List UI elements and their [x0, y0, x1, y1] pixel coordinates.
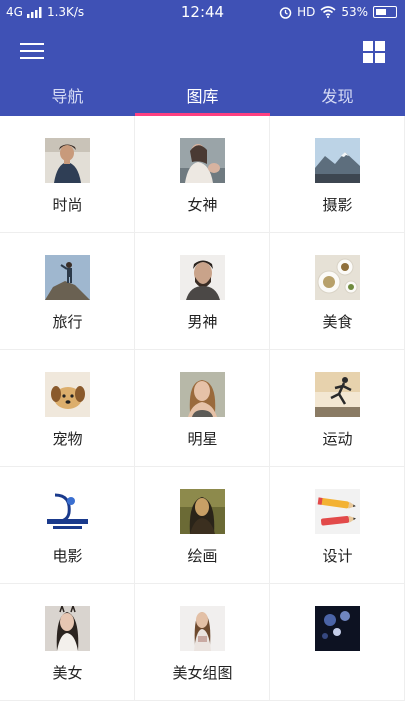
- menu-icon[interactable]: [20, 43, 44, 63]
- category-celebrity[interactable]: 明星: [135, 350, 270, 467]
- goddess-photo-icon: [180, 138, 225, 183]
- tab-gallery[interactable]: 图库: [135, 80, 270, 116]
- photography-photo-icon: [315, 138, 360, 183]
- beauty-set-photo-icon: [180, 606, 225, 651]
- category-label: 时尚: [52, 196, 83, 214]
- category-grid: 时尚 女神 摄影 旅行 男神 美食 宠物 明星 运动 电影 绘画 设计 美女 美…: [0, 116, 405, 720]
- tab-bar: 导航 图库 发现: [0, 80, 405, 116]
- male-idol-photo-icon: [180, 255, 225, 300]
- category-label: 设计: [322, 547, 353, 565]
- category-label: 绘画: [187, 547, 218, 565]
- category-movie[interactable]: 电影: [0, 467, 135, 584]
- battery-icon: [373, 6, 397, 18]
- category-label: 宠物: [52, 430, 83, 448]
- category-male-idol[interactable]: 男神: [135, 233, 270, 350]
- category-fashion[interactable]: 时尚: [0, 116, 135, 233]
- category-label: 女神: [187, 196, 218, 214]
- tab-label: 图库: [186, 87, 219, 106]
- category-label: 电影: [52, 547, 83, 565]
- category-label: 摄影: [322, 196, 353, 214]
- food-photo-icon: [315, 255, 360, 300]
- category-pet[interactable]: 宠物: [0, 350, 135, 467]
- dark-photo-icon: [315, 606, 360, 651]
- app-header: 4G 1.3K/s 12:44 HD 53% 导航 图库 发现: [0, 0, 405, 116]
- category-label: 男神: [187, 313, 218, 331]
- tab-navigation[interactable]: 导航: [0, 80, 135, 116]
- beauty-photo-icon: [45, 606, 90, 651]
- category-beauty[interactable]: 美女: [0, 584, 135, 701]
- category-label: 旅行: [52, 313, 83, 331]
- grid-view-icon[interactable]: [363, 41, 385, 63]
- category-dark[interactable]: [270, 584, 405, 701]
- wifi-icon: [320, 6, 336, 18]
- tab-discover[interactable]: 发现: [270, 80, 405, 116]
- painting-photo-icon: [180, 489, 225, 534]
- category-design[interactable]: 设计: [270, 467, 405, 584]
- alarm-icon: [279, 6, 292, 19]
- category-label: 美女组图: [172, 664, 233, 682]
- category-label: 运动: [322, 430, 353, 448]
- design-pencil-icon: [315, 489, 360, 534]
- category-goddess[interactable]: 女神: [135, 116, 270, 233]
- category-painting[interactable]: 绘画: [135, 467, 270, 584]
- category-food[interactable]: 美食: [270, 233, 405, 350]
- category-label: 美女: [52, 664, 83, 682]
- fashion-photo-icon: [45, 138, 90, 183]
- celebrity-photo-icon: [180, 372, 225, 417]
- hd-badge: HD: [297, 5, 316, 19]
- status-bar: 4G 1.3K/s 12:44 HD 53%: [0, 0, 405, 26]
- category-photography[interactable]: 摄影: [270, 116, 405, 233]
- travel-photo-icon: [45, 255, 90, 300]
- sports-photo-icon: [315, 372, 360, 417]
- tab-label: 发现: [321, 87, 354, 106]
- toolbar: [0, 26, 405, 80]
- category-sports[interactable]: 运动: [270, 350, 405, 467]
- dreamworks-logo-icon: [45, 489, 90, 534]
- category-label: 美食: [322, 313, 353, 331]
- tab-label: 导航: [51, 87, 84, 106]
- category-travel[interactable]: 旅行: [0, 233, 135, 350]
- category-label: 明星: [187, 430, 218, 448]
- battery-percent: 53%: [341, 5, 368, 19]
- category-beauty-set[interactable]: 美女组图: [135, 584, 270, 701]
- pet-photo-icon: [45, 372, 90, 417]
